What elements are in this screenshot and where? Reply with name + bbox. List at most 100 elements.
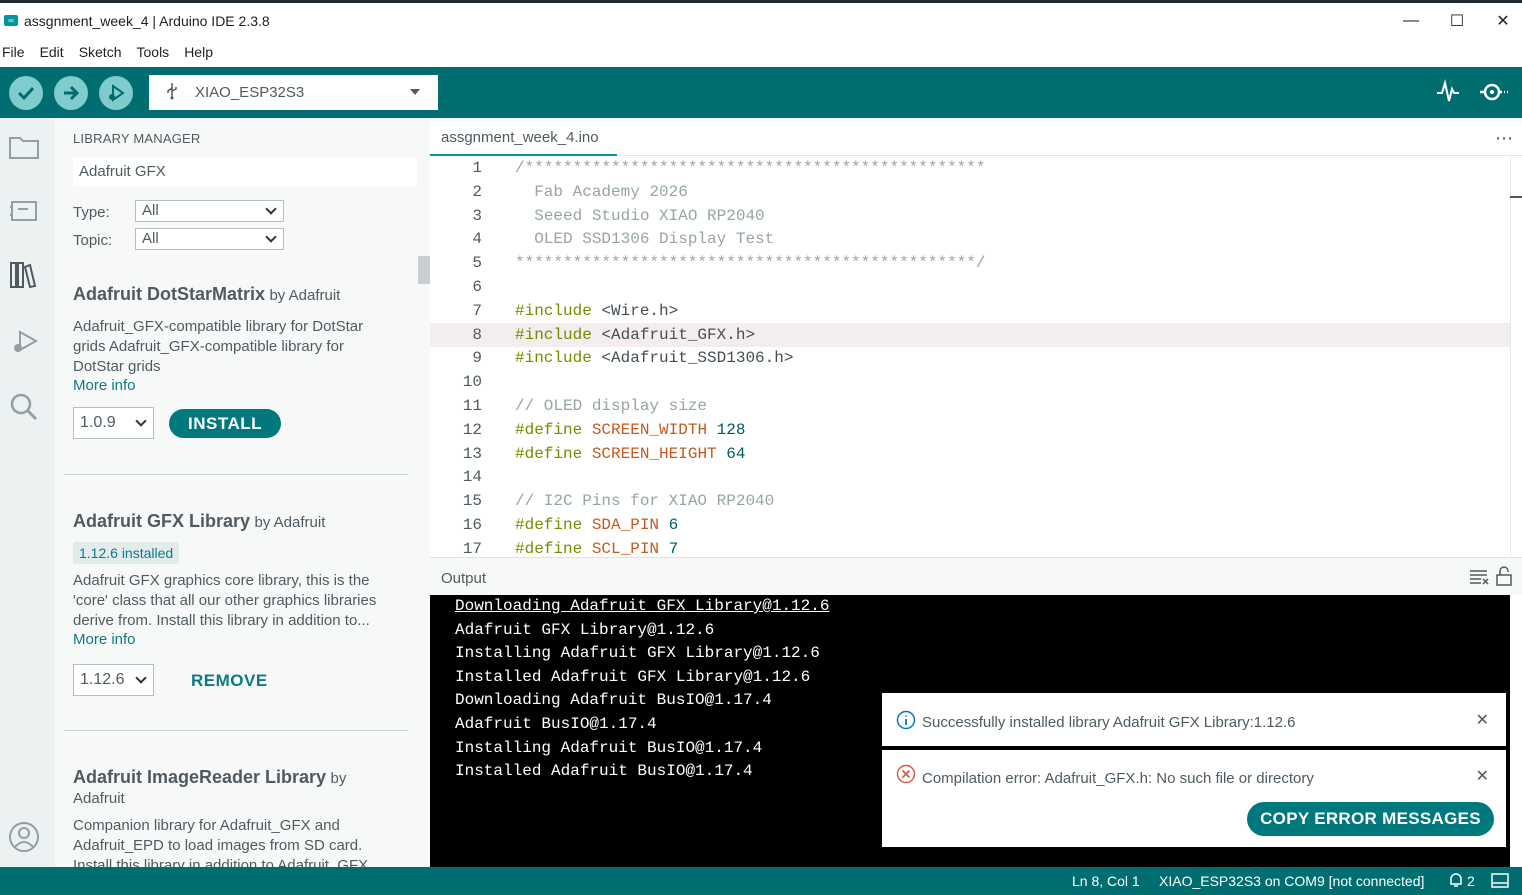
- editor-tab-bar: assgnment_week_4.ino ⋯: [430, 118, 1522, 156]
- code-text: // I2C Pins for XIAO RP2040: [515, 489, 774, 513]
- code-line[interactable]: 4 OLED SSD1306 Display Test: [430, 227, 1510, 251]
- code-line[interactable]: 9 #include <Adafruit_SSD1306.h>: [430, 346, 1510, 370]
- close-window-button[interactable]: ✕: [1480, 3, 1522, 38]
- code-line[interactable]: 3 Seeed Studio XIAO RP2040: [430, 204, 1510, 228]
- code-line[interactable]: 8 #include <Adafruit_GFX.h>: [430, 322, 1510, 347]
- code-text: #include <Adafruit_SSD1306.h>: [515, 346, 793, 370]
- copy-error-messages-button[interactable]: COPY ERROR MESSAGES: [1247, 802, 1494, 836]
- library-manager-panel: LIBRARY MANAGER Adafruit GFX Type: All T…: [55, 118, 430, 867]
- minimize-button[interactable]: —: [1388, 3, 1434, 38]
- remove-button[interactable]: REMOVE: [191, 671, 268, 691]
- code-line[interactable]: 11 // OLED display size: [430, 394, 1510, 418]
- version-select[interactable]: 1.0.9: [73, 407, 154, 439]
- toolbar: XIAO_ESP32S3: [0, 67, 1522, 118]
- toggle-panel-icon[interactable]: [1491, 873, 1509, 891]
- cursor-position[interactable]: Ln 8, Col 1: [1072, 873, 1140, 889]
- line-number: 2: [472, 182, 482, 201]
- line-number: 4: [472, 230, 482, 249]
- more-info-link[interactable]: More info: [73, 377, 403, 394]
- code-line[interactable]: 15 // I2C Pins for XIAO RP2040: [430, 489, 1510, 513]
- menu-sketch[interactable]: Sketch: [79, 44, 122, 60]
- upload-button[interactable]: [54, 76, 88, 110]
- topic-filter-label: Topic:: [73, 232, 113, 249]
- debug-panel-icon[interactable]: [7, 324, 41, 358]
- output-line: Installing Adafruit BusIO@1.17.4: [455, 738, 763, 757]
- chevron-down-icon: [265, 231, 277, 243]
- install-button[interactable]: INSTALL: [169, 409, 281, 438]
- topic-filter-value: All: [142, 230, 159, 247]
- more-info-link[interactable]: More info: [73, 631, 403, 648]
- serial-monitor-button[interactable]: [1478, 78, 1510, 111]
- search-icon[interactable]: [7, 390, 41, 424]
- output-line: Installed Adafruit GFX Library@1.12.6: [455, 667, 811, 686]
- output-title: Output: [441, 570, 487, 587]
- topic-filter-select[interactable]: All: [135, 228, 284, 250]
- code-token: SCREEN_HEIGHT: [582, 444, 717, 463]
- code-line[interactable]: 14: [430, 465, 1510, 489]
- line-number: 10: [462, 373, 482, 392]
- code-line[interactable]: 10: [430, 370, 1510, 394]
- output-line: Adafruit BusIO@1.17.4: [455, 715, 657, 733]
- library-item: Adafruit DotStarMatrix by Adafruit Adafr…: [73, 284, 403, 394]
- more-actions-icon[interactable]: ⋯: [1495, 128, 1514, 149]
- sketchbook-folder-icon[interactable]: [7, 130, 41, 164]
- code-token: OLED SSD1306 Display Test: [515, 230, 775, 249]
- code-token: #define: [515, 420, 583, 439]
- tab-sketch-file[interactable]: assgnment_week_4.ino: [430, 118, 617, 156]
- output-scrollbar[interactable]: [1510, 595, 1522, 867]
- code-text: /***************************************…: [515, 156, 985, 180]
- debug-button[interactable]: [99, 76, 133, 110]
- output-line: Adafruit GFX Library@1.12.6: [455, 620, 715, 639]
- code-text: #define SDA_PIN 6: [515, 513, 678, 537]
- library-manager-icon[interactable]: [7, 258, 41, 292]
- close-icon[interactable]: ✕: [1476, 766, 1489, 786]
- verify-button[interactable]: [9, 76, 43, 110]
- code-line[interactable]: 6: [430, 275, 1510, 299]
- usb-icon: [165, 82, 185, 103]
- version-value: 1.12.6: [80, 671, 125, 688]
- code-text: #define SCREEN_HEIGHT 64: [515, 442, 745, 466]
- code-editor[interactable]: 1 /**************************************…: [430, 156, 1510, 556]
- code-text: // OLED display size: [515, 394, 707, 418]
- serial-plotter-button[interactable]: [1435, 79, 1461, 110]
- code-text: #define SCL_PIN 7: [515, 537, 678, 556]
- code-line[interactable]: 7 #include <Wire.h>: [430, 299, 1510, 323]
- board-selector[interactable]: XIAO_ESP32S3: [149, 75, 438, 110]
- library-search-input[interactable]: Adafruit GFX: [73, 157, 417, 186]
- lock-scroll-icon[interactable]: [1496, 566, 1512, 591]
- notifications-bell-icon[interactable]: [1448, 872, 1464, 891]
- code-token: #define: [515, 444, 583, 463]
- close-icon[interactable]: ✕: [1476, 710, 1489, 730]
- line-number: 7: [472, 301, 482, 320]
- maximize-button[interactable]: ☐: [1434, 3, 1480, 38]
- code-line[interactable]: 5 ***************************************…: [430, 251, 1510, 275]
- library-author: by Adafruit: [254, 514, 326, 531]
- line-number: 13: [462, 444, 482, 463]
- clear-output-icon[interactable]: [1469, 569, 1489, 590]
- editor-scrollbar[interactable]: [1510, 156, 1522, 556]
- library-author-line2: Adafruit: [73, 790, 125, 807]
- boards-manager-icon[interactable]: [7, 194, 41, 228]
- code-line[interactable]: 17 #define SCL_PIN 7: [430, 537, 1510, 556]
- menu-file[interactable]: File: [2, 44, 25, 60]
- library-list-scrollbar[interactable]: [418, 256, 430, 284]
- code-line[interactable]: 1 /**************************************…: [430, 156, 1510, 180]
- error-icon: [896, 764, 916, 789]
- debug-icon: [109, 84, 125, 102]
- info-notification: Successfully installed library Adafruit …: [882, 693, 1506, 746]
- menu-edit[interactable]: Edit: [40, 44, 64, 60]
- code-token: #define: [515, 539, 583, 556]
- menu-tools[interactable]: Tools: [137, 44, 170, 60]
- code-line[interactable]: 12 #define SCREEN_WIDTH 128: [430, 418, 1510, 442]
- type-filter-select[interactable]: All: [135, 200, 284, 222]
- code-line[interactable]: 16 #define SDA_PIN 6: [430, 513, 1510, 537]
- account-icon[interactable]: [7, 820, 41, 854]
- code-line[interactable]: 13 #define SCREEN_HEIGHT 64: [430, 442, 1510, 466]
- code-line[interactable]: 2 Fab Academy 2026: [430, 180, 1510, 204]
- board-port-status[interactable]: XIAO_ESP32S3 on COM9 [not connected]: [1159, 873, 1424, 889]
- code-token: 6: [659, 516, 679, 534]
- version-select[interactable]: 1.12.6: [73, 664, 154, 696]
- line-number: 1: [472, 159, 482, 177]
- menu-help[interactable]: Help: [184, 44, 213, 60]
- code-token: /***************************************…: [515, 159, 986, 177]
